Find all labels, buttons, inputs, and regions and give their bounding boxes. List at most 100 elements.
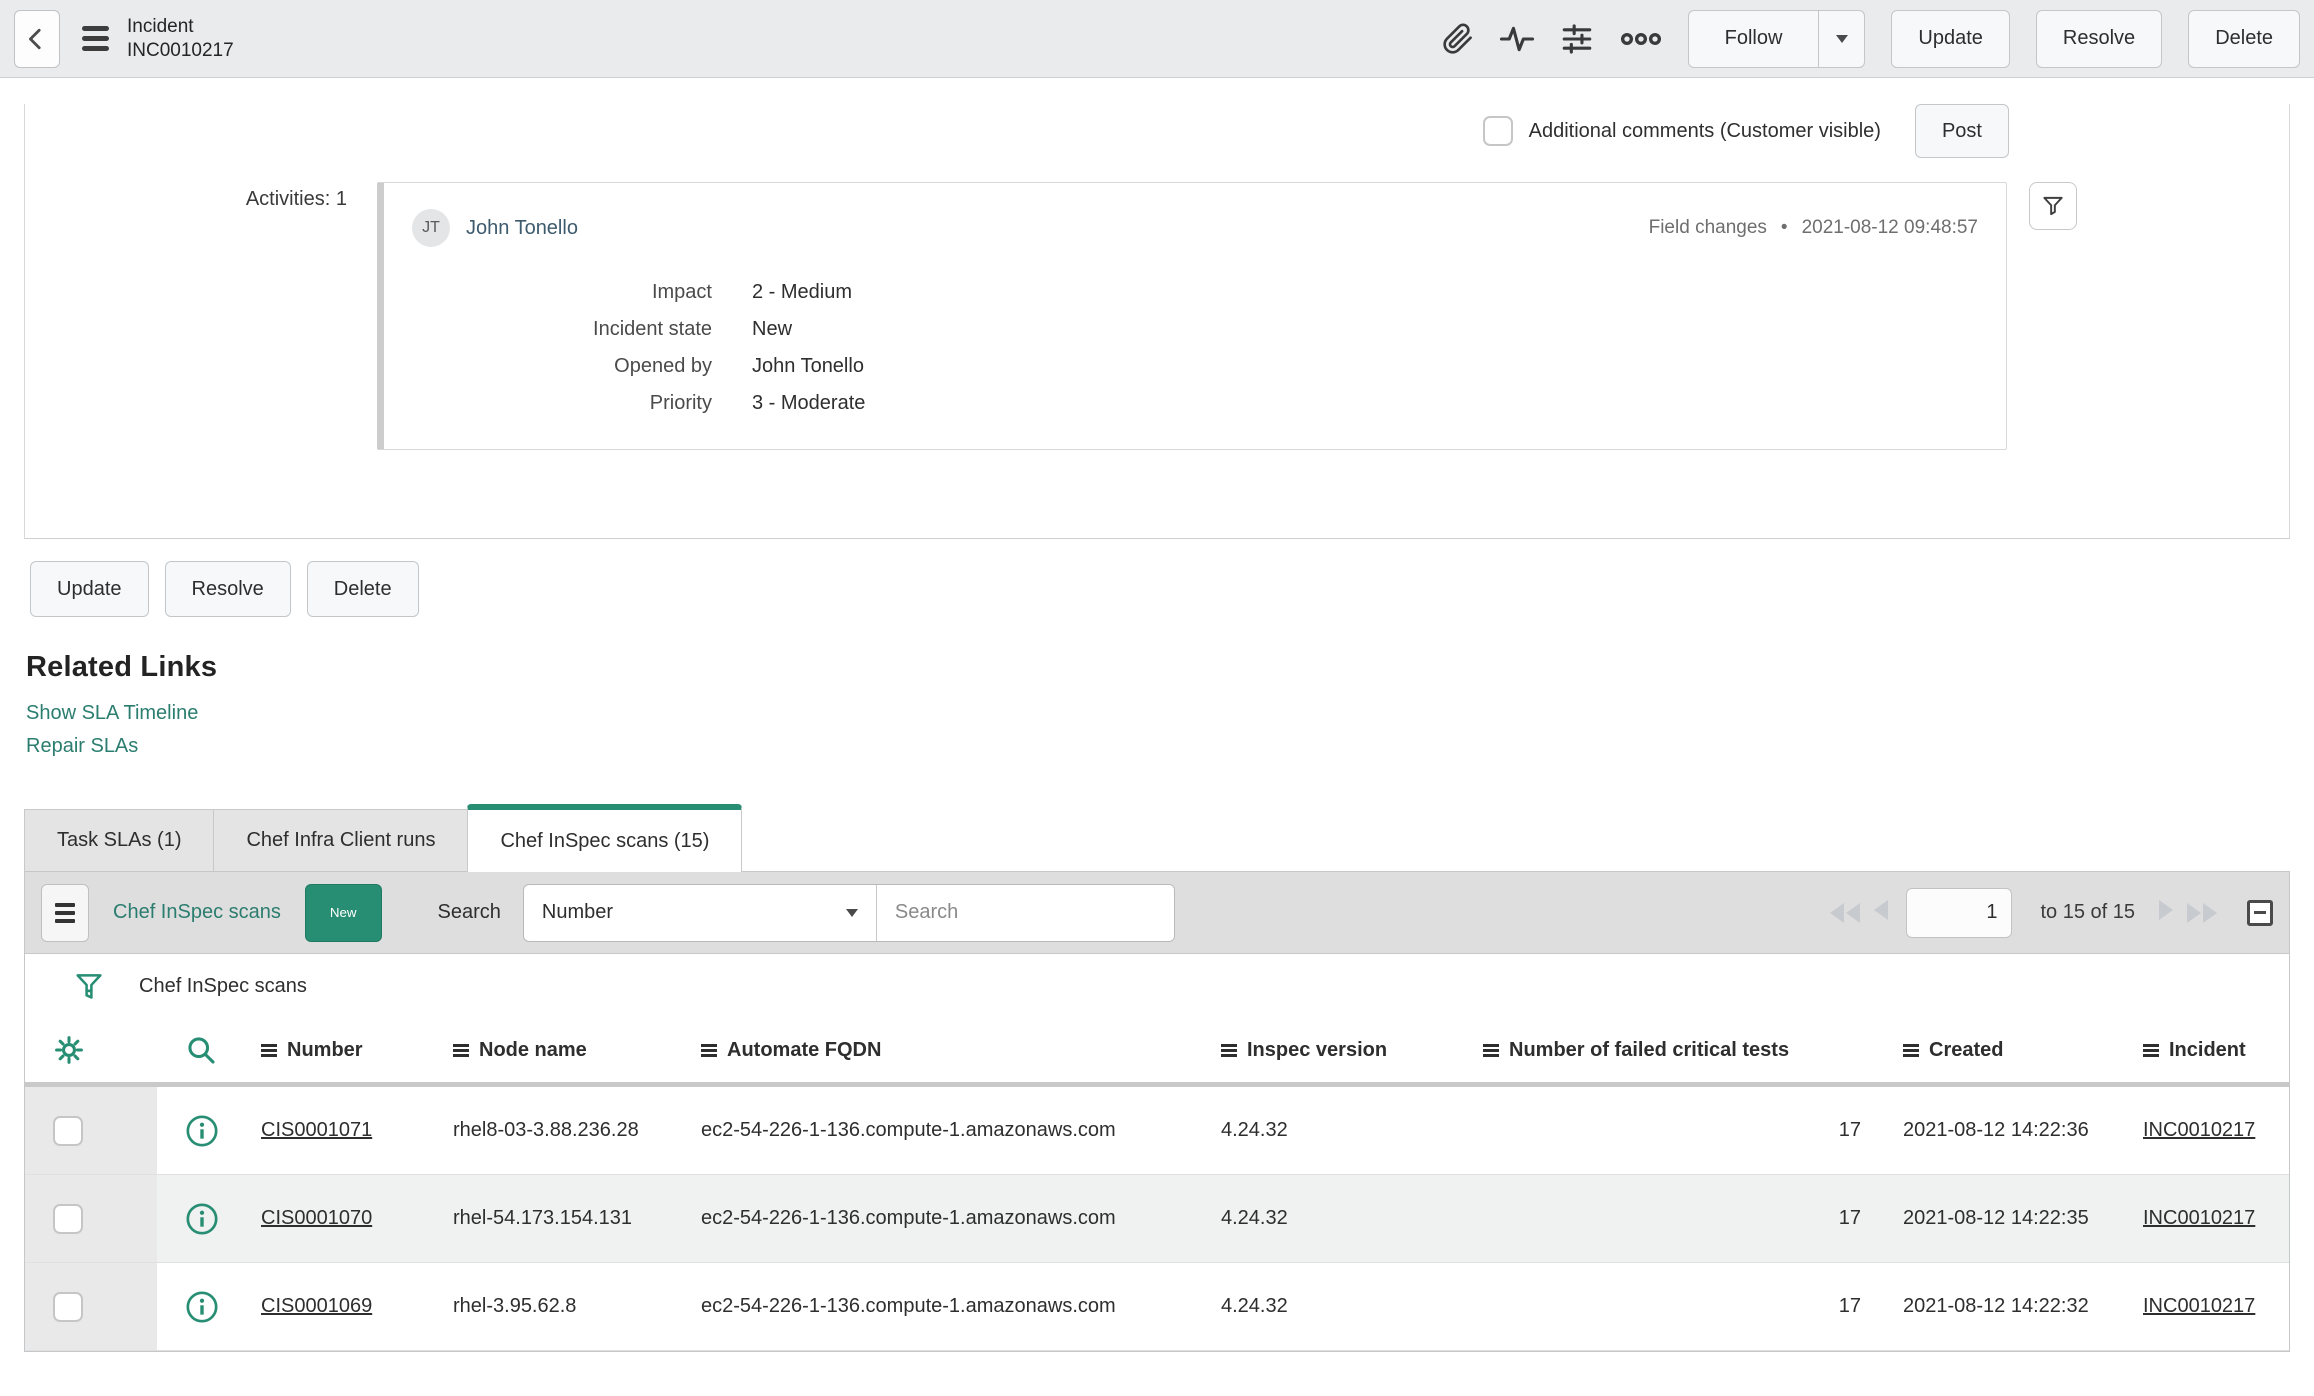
record-type-label: Incident bbox=[127, 15, 194, 37]
funnel-icon bbox=[2040, 193, 2066, 219]
column-header-number[interactable]: Number bbox=[253, 1039, 445, 1062]
list-pagination: to 15 of 15 bbox=[1830, 887, 2273, 938]
resolve-button[interactable]: Resolve bbox=[164, 561, 291, 617]
more-options-icon[interactable] bbox=[1620, 27, 1662, 51]
tab-chef-inspec-scans[interactable]: Chef InSpec scans (15) bbox=[467, 804, 743, 872]
header-actions: Follow Update Resolve Delete bbox=[1442, 9, 2300, 68]
column-header-inspec-version[interactable]: Inspec version bbox=[1213, 1039, 1475, 1062]
activities-count-label: Activities: 1 bbox=[245, 188, 347, 210]
node-name-cell: rhel8-03-3.88.236.28 bbox=[453, 1119, 639, 1141]
field-value: New bbox=[752, 318, 793, 340]
column-menu-icon bbox=[1483, 1043, 1499, 1057]
incident-form-section: Additional comments (Customer visible) P… bbox=[24, 104, 2290, 539]
node-name-cell: rhel-54.173.154.131 bbox=[453, 1207, 633, 1229]
related-links-title: Related Links bbox=[26, 651, 218, 683]
activities-row: Activities: 1 JT John Tonello Field chan… bbox=[25, 182, 2289, 450]
update-button-header[interactable]: Update bbox=[1891, 9, 2010, 68]
scan-number-link[interactable]: CIS0001070 bbox=[261, 1207, 372, 1229]
field-value: John Tonello bbox=[752, 355, 864, 377]
personalize-columns-gear-icon[interactable] bbox=[25, 1034, 157, 1066]
incident-link[interactable]: INC0010217 bbox=[2143, 1295, 2255, 1317]
back-button[interactable] bbox=[14, 9, 60, 68]
follow-split-button: Follow bbox=[1687, 9, 1866, 68]
field-label: Incident state bbox=[593, 318, 712, 340]
row-info-cell bbox=[157, 1290, 253, 1324]
column-header-created[interactable]: Created bbox=[1895, 1039, 2135, 1062]
form-action-buttons: Update Resolve Delete bbox=[30, 561, 2314, 617]
inspec-version-cell: 4.24.32 bbox=[1221, 1295, 1288, 1317]
row-checkbox[interactable] bbox=[53, 1291, 83, 1322]
first-page-button[interactable] bbox=[1830, 902, 1861, 923]
attachment-icon[interactable] bbox=[1442, 23, 1474, 55]
repair-slas-link[interactable]: Repair SLAs bbox=[26, 735, 138, 758]
back-chevron-icon bbox=[25, 27, 49, 51]
activity-change-type: Field changes bbox=[1648, 217, 1767, 238]
update-button[interactable]: Update bbox=[30, 561, 149, 617]
failed-critical-tests-cell: 17 bbox=[1838, 1295, 1861, 1317]
row-checkbox-cell bbox=[25, 1263, 157, 1350]
list-context-menu-button[interactable] bbox=[41, 883, 89, 942]
additional-comments-label: Additional comments (Customer visible) bbox=[1528, 119, 1881, 142]
new-record-button[interactable]: New bbox=[304, 883, 382, 942]
column-header-incident[interactable]: Incident bbox=[2135, 1039, 2289, 1062]
delete-button[interactable]: Delete bbox=[306, 561, 419, 617]
row-checkbox-cell bbox=[25, 1175, 157, 1262]
inspec-version-cell: 4.24.32 bbox=[1221, 1119, 1288, 1141]
table-row: CIS0001069 rhel-3.95.62.8 ec2-54-226-1-1… bbox=[25, 1263, 2289, 1351]
follow-dropdown-button[interactable] bbox=[1818, 10, 1864, 67]
field-label: Opened by bbox=[614, 355, 712, 377]
created-cell: 2021-08-12 14:22:32 bbox=[1903, 1295, 2089, 1317]
tab-chef-infra-client-runs[interactable]: Chef Infra Client runs bbox=[213, 809, 469, 871]
follow-button[interactable]: Follow bbox=[1689, 11, 1819, 67]
delete-button-header[interactable]: Delete bbox=[2188, 9, 2300, 68]
column-search-icon[interactable] bbox=[157, 1034, 253, 1066]
post-button[interactable]: Post bbox=[1914, 104, 2009, 158]
collapse-list-button[interactable] bbox=[2247, 899, 2273, 926]
related-lists-tabs: Task SLAs (1) Chef Infra Client runs Che… bbox=[24, 804, 2314, 872]
activity-stream-icon[interactable] bbox=[1499, 22, 1534, 56]
column-header-automate-fqdn[interactable]: Automate FQDN bbox=[693, 1039, 1213, 1062]
field-value: 3 - Moderate bbox=[752, 392, 866, 414]
last-page-button[interactable] bbox=[2187, 902, 2217, 923]
column-header-node-name[interactable]: Node name bbox=[445, 1039, 693, 1062]
record-title: Incident INC0010217 bbox=[127, 15, 234, 63]
show-sla-timeline-link[interactable]: Show SLA Timeline bbox=[26, 702, 198, 725]
context-menu-icon[interactable] bbox=[82, 26, 109, 51]
failed-critical-tests-cell: 17 bbox=[1838, 1207, 1861, 1229]
record-preview-info-icon[interactable] bbox=[185, 1202, 219, 1236]
activity-meta: Field changes • 2021-08-12 09:48:57 bbox=[1649, 217, 1978, 239]
row-checkbox[interactable] bbox=[53, 1203, 83, 1234]
tab-task-slas[interactable]: Task SLAs (1) bbox=[24, 809, 215, 871]
search-field-select[interactable]: Number bbox=[524, 885, 876, 941]
table-row: CIS0001070 rhel-54.173.154.131 ec2-54-22… bbox=[25, 1175, 2289, 1263]
incident-link[interactable]: INC0010217 bbox=[2143, 1119, 2255, 1141]
record-preview-info-icon[interactable] bbox=[185, 1290, 219, 1324]
created-cell: 2021-08-12 14:22:35 bbox=[1903, 1207, 2089, 1229]
previous-page-button[interactable] bbox=[1874, 899, 1889, 926]
activity-user-name[interactable]: John Tonello bbox=[466, 217, 578, 240]
row-checkbox[interactable] bbox=[53, 1115, 83, 1146]
list-title: Chef InSpec scans bbox=[113, 901, 281, 923]
page-number-input[interactable] bbox=[1906, 887, 2013, 938]
additional-comments-checkbox[interactable] bbox=[1482, 116, 1513, 146]
scan-number-link[interactable]: CIS0001069 bbox=[261, 1295, 372, 1317]
scan-number-link[interactable]: CIS0001071 bbox=[261, 1119, 372, 1141]
personalize-sliders-icon[interactable] bbox=[1560, 22, 1594, 56]
column-menu-icon bbox=[1903, 1043, 1919, 1057]
related-links-list: Show SLA Timeline Repair SLAs bbox=[26, 702, 2314, 758]
record-preview-info-icon[interactable] bbox=[185, 1114, 219, 1148]
automate-fqdn-cell: ec2-54-226-1-136.compute-1.amazonaws.com bbox=[701, 1207, 1116, 1229]
list-breadcrumb[interactable]: Chef InSpec scans bbox=[139, 975, 307, 998]
automate-fqdn-cell: ec2-54-226-1-136.compute-1.amazonaws.com bbox=[701, 1295, 1116, 1317]
column-header-failed-critical-tests[interactable]: Number of failed critical tests bbox=[1475, 1039, 1895, 1062]
activity-filter-button[interactable] bbox=[2029, 182, 2077, 230]
column-menu-icon bbox=[2143, 1043, 2159, 1057]
filter-funnel-icon[interactable] bbox=[73, 970, 105, 1002]
search-combo: Number bbox=[522, 883, 1175, 942]
search-input[interactable] bbox=[875, 884, 1174, 941]
field-label: Priority bbox=[649, 392, 712, 414]
resolve-button-header[interactable]: Resolve bbox=[2035, 9, 2163, 68]
column-menu-icon bbox=[453, 1043, 469, 1057]
next-page-button[interactable] bbox=[2159, 899, 2173, 926]
incident-link[interactable]: INC0010217 bbox=[2143, 1207, 2255, 1229]
